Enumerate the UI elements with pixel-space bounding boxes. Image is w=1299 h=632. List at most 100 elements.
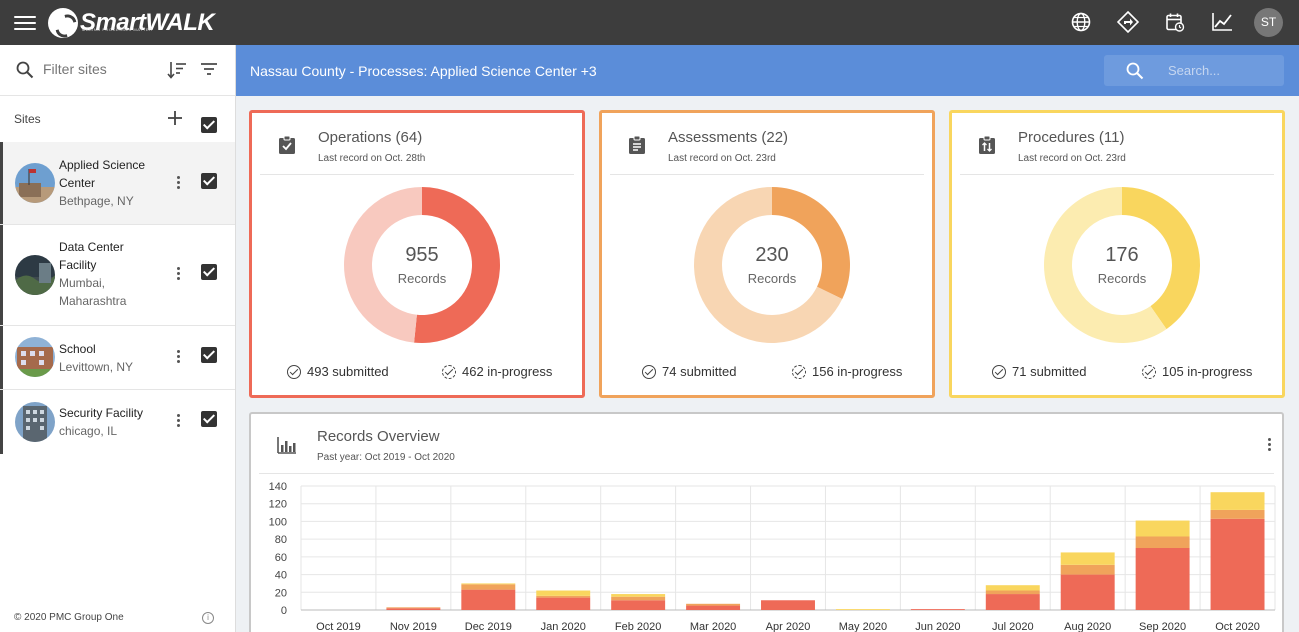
search-icon bbox=[16, 61, 34, 84]
bar-segment[interactable] bbox=[536, 590, 591, 596]
site-item-applied-science-center[interactable]: Applied Science Center Bethpage, NY bbox=[0, 142, 235, 224]
overview-title: Records Overview bbox=[317, 428, 440, 445]
sort-icon[interactable] bbox=[167, 61, 187, 84]
site-item-data-center-facility[interactable]: Data Center Facility Mumbai, Maharashtra bbox=[0, 225, 235, 325]
bar-segment[interactable] bbox=[611, 596, 666, 601]
site-checkbox[interactable] bbox=[201, 264, 217, 280]
bar-segment[interactable] bbox=[985, 585, 1040, 591]
select-all-checkbox[interactable] bbox=[201, 117, 217, 133]
bar-segment[interactable] bbox=[1210, 518, 1265, 610]
site-more-icon[interactable] bbox=[173, 412, 183, 430]
progress-circle-icon bbox=[792, 364, 806, 379]
card-title: Assessments (22) bbox=[668, 129, 789, 146]
user-avatar[interactable]: ST bbox=[1254, 7, 1283, 37]
bar-segment[interactable] bbox=[686, 605, 741, 610]
site-thumbnail bbox=[15, 163, 55, 203]
submitted-stat: 74 submitted bbox=[642, 364, 736, 379]
bar-segment[interactable] bbox=[461, 589, 516, 610]
y-tick-label: 100 bbox=[269, 516, 287, 528]
site-checkbox[interactable] bbox=[201, 173, 217, 189]
overview-more-icon[interactable] bbox=[1264, 436, 1274, 454]
y-tick-label: 40 bbox=[275, 570, 287, 582]
site-more-icon[interactable] bbox=[173, 265, 183, 283]
bar-segment[interactable] bbox=[461, 583, 516, 585]
bar-segment[interactable] bbox=[1210, 509, 1265, 519]
card-subtitle: Last record on Oct. 23rd bbox=[1018, 153, 1126, 164]
procedures-card[interactable]: Procedures (11) Last record on Oct. 23rd… bbox=[949, 110, 1285, 398]
x-tick-label: Dec 2019 bbox=[465, 621, 512, 632]
bar-segment[interactable] bbox=[910, 609, 965, 610]
x-tick-label: Nov 2019 bbox=[390, 621, 437, 632]
site-location-line2: Maharashtra bbox=[59, 294, 127, 308]
clipboard-swap-icon bbox=[978, 135, 996, 160]
bar-segment[interactable] bbox=[835, 609, 890, 610]
site-item-security-facility[interactable]: Security Facility chicago, IL bbox=[0, 390, 235, 454]
filter-sites-input[interactable] bbox=[43, 61, 153, 77]
bar-segment[interactable] bbox=[1135, 548, 1190, 610]
card-subtitle: Last record on Oct. 28th bbox=[318, 153, 426, 164]
y-tick-label: 80 bbox=[275, 534, 287, 546]
y-tick-label: 60 bbox=[275, 552, 287, 564]
bar-segment[interactable] bbox=[1135, 536, 1190, 548]
bar-segment[interactable] bbox=[686, 603, 741, 606]
bar-segment[interactable] bbox=[1135, 520, 1190, 537]
bar-segment[interactable] bbox=[461, 584, 516, 590]
submitted-text: 74 submitted bbox=[662, 364, 737, 379]
bar-segment[interactable] bbox=[1060, 564, 1115, 575]
records-total: 176 bbox=[1105, 244, 1139, 266]
globe-icon[interactable] bbox=[1066, 7, 1096, 37]
bar-segment[interactable] bbox=[1060, 552, 1115, 565]
records-bar-chart: 0 20 40 60 80 100 120 140 Oct 2019 Nov 2019 Dec 20… bbox=[269, 481, 1276, 632]
sites-label: Sites bbox=[14, 112, 41, 126]
site-checkbox[interactable] bbox=[201, 347, 217, 363]
bar-segment[interactable] bbox=[386, 607, 441, 609]
site-name: Security Facility bbox=[59, 406, 144, 420]
in-progress-stat: 462 in-progress bbox=[442, 364, 552, 379]
x-tick-label: Oct 2020 bbox=[1215, 621, 1260, 632]
calendar-icon[interactable] bbox=[1160, 7, 1190, 37]
y-tick-label: 0 bbox=[281, 605, 287, 617]
bar-segment[interactable] bbox=[611, 594, 666, 597]
bar-segment[interactable] bbox=[1060, 574, 1115, 610]
site-checkbox[interactable] bbox=[201, 411, 217, 427]
menu-icon[interactable] bbox=[14, 12, 36, 32]
bar-segment[interactable] bbox=[536, 595, 591, 598]
top-app-bar: SmartWALK MAKING PROCESSES MATTER ST bbox=[0, 0, 1299, 45]
card-title: Operations (64) bbox=[318, 129, 423, 146]
search-box[interactable] bbox=[1104, 55, 1284, 86]
chart-icon[interactable] bbox=[1207, 7, 1237, 37]
clipboard-list-icon bbox=[628, 135, 646, 160]
bar-segment[interactable] bbox=[536, 597, 591, 610]
bar-segment[interactable] bbox=[611, 600, 666, 610]
search-input[interactable] bbox=[1168, 63, 1268, 78]
app-logo[interactable]: SmartWALK bbox=[48, 7, 215, 39]
bar-segment[interactable] bbox=[386, 608, 441, 610]
navigation-icon[interactable] bbox=[1113, 7, 1143, 37]
submitted-stat: 71 submitted bbox=[992, 364, 1086, 379]
copyright-footer: © 2020 PMC Group One bbox=[14, 612, 124, 623]
bar-segment[interactable] bbox=[761, 600, 815, 610]
add-site-icon[interactable] bbox=[167, 110, 183, 131]
in-progress-stat: 105 in-progress bbox=[1142, 364, 1252, 379]
operations-card[interactable]: Operations (64) Last record on Oct. 28th… bbox=[249, 110, 585, 398]
bar-segment[interactable] bbox=[1210, 492, 1265, 510]
site-name: Applied Science bbox=[59, 158, 146, 172]
site-item-school[interactable]: School Levittown, NY bbox=[0, 326, 235, 389]
bar-segment[interactable] bbox=[985, 594, 1040, 610]
site-more-icon[interactable] bbox=[173, 348, 183, 366]
submitted-text: 71 submitted bbox=[1012, 364, 1087, 379]
info-icon[interactable]: i bbox=[202, 612, 214, 624]
site-name: Data Center bbox=[59, 240, 124, 254]
progress-circle-icon bbox=[442, 364, 456, 379]
card-subtitle: Last record on Oct. 23rd bbox=[668, 153, 776, 164]
filter-icon[interactable] bbox=[200, 61, 218, 82]
check-circle-icon bbox=[992, 364, 1006, 379]
bar-segment[interactable] bbox=[985, 590, 1040, 595]
assessments-card[interactable]: Assessments (22) Last record on Oct. 23r… bbox=[599, 110, 935, 398]
records-label: Records bbox=[747, 271, 797, 286]
site-location: Levittown, NY bbox=[59, 360, 134, 374]
site-more-icon[interactable] bbox=[173, 174, 183, 192]
y-tick-label: 120 bbox=[269, 499, 287, 511]
records-label: Records bbox=[1097, 271, 1147, 286]
sites-header: Sites bbox=[0, 96, 235, 142]
